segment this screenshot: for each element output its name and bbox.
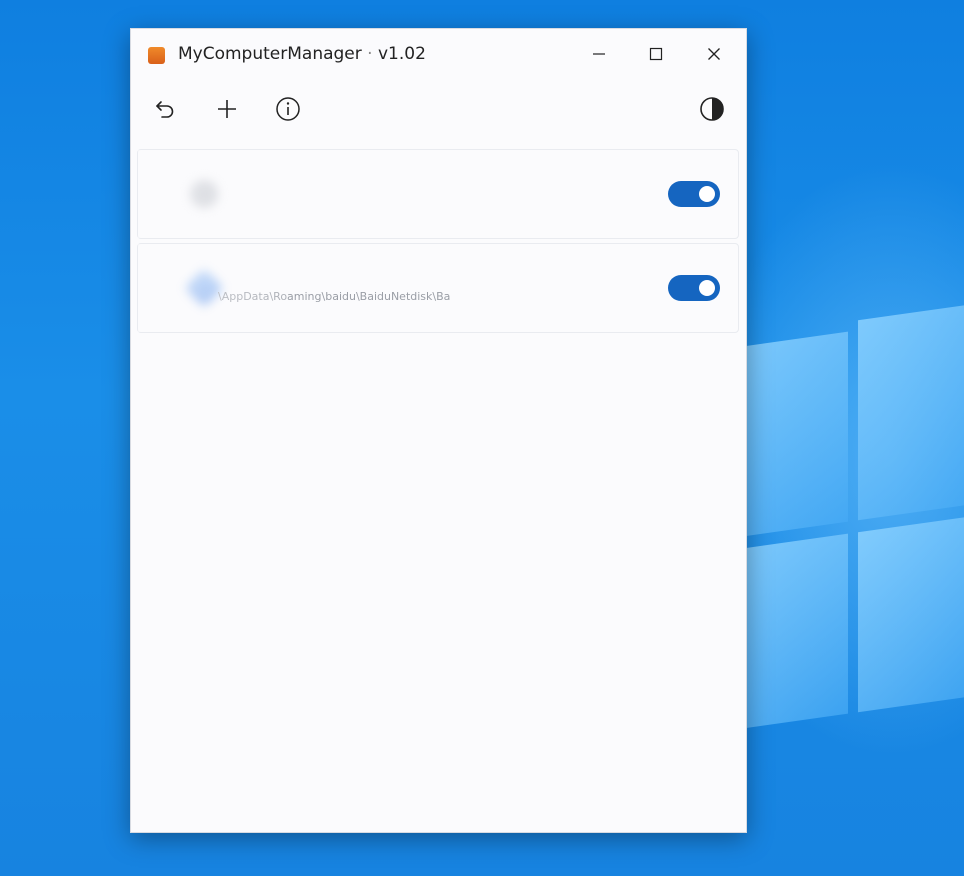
windows-logo-wallpaper <box>740 283 964 757</box>
enable-toggle[interactable] <box>668 275 720 301</box>
minimize-button[interactable] <box>576 37 622 71</box>
app-window: MyComputerManager · v1.02 \AppData\Roami… <box>130 28 747 833</box>
theme-toggle-button[interactable] <box>694 91 730 127</box>
contrast-icon <box>700 97 724 121</box>
list-item[interactable] <box>137 149 739 239</box>
title-bar[interactable]: MyComputerManager · v1.02 <box>131 29 746 81</box>
list-item[interactable]: \AppData\Roaming\baidu\BaiduNetdisk\Ba <box>137 243 739 333</box>
app-version: v1.02 <box>377 44 426 64</box>
info-icon <box>276 97 300 121</box>
add-button[interactable] <box>209 91 245 127</box>
undo-button[interactable] <box>147 91 183 127</box>
logo-pane <box>740 331 848 537</box>
logo-pane <box>858 515 964 713</box>
toggle-knob <box>699 280 715 296</box>
app-name: MyComputerManager <box>178 44 362 64</box>
window-title: MyComputerManager · v1.02 <box>178 44 426 64</box>
logo-pane <box>740 533 848 729</box>
undo-icon <box>156 101 174 118</box>
maximize-icon <box>649 47 663 61</box>
maximize-button[interactable] <box>633 37 679 71</box>
toolbar <box>131 89 746 129</box>
enable-toggle[interactable] <box>668 181 720 207</box>
plus-icon <box>218 100 236 118</box>
app-icon <box>148 47 165 64</box>
desktop-background: MyComputerManager · v1.02 \AppData\Roami… <box>0 0 964 876</box>
logo-pane <box>858 303 964 521</box>
close-icon <box>708 48 720 60</box>
item-path: \AppData\Roaming\baidu\BaiduNetdisk\Ba <box>218 290 451 303</box>
info-button[interactable] <box>270 91 306 127</box>
title-separator: · <box>367 44 373 64</box>
minimize-icon <box>593 53 605 55</box>
toggle-knob <box>699 186 715 202</box>
close-button[interactable] <box>691 37 737 71</box>
app-icon <box>190 180 218 208</box>
